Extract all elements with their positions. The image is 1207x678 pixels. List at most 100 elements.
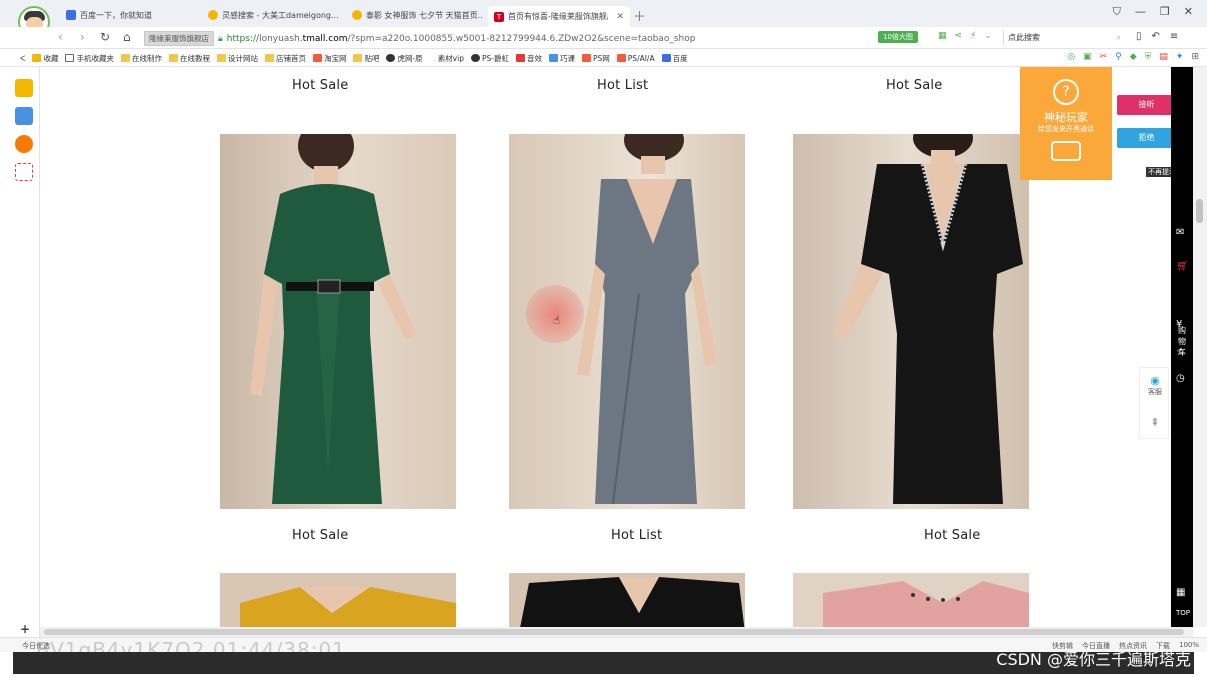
game-icon[interactable]: ◆ bbox=[1130, 52, 1137, 62]
history-icon[interactable]: ◷ bbox=[1176, 373, 1185, 384]
bookmark-item[interactable]: PS-爵虹 bbox=[470, 53, 509, 64]
star-icon bbox=[32, 53, 42, 62]
new-tab-icon[interactable]: ＋ bbox=[633, 6, 646, 25]
reader-icon[interactable]: ▦ bbox=[938, 31, 947, 41]
bookmark-item[interactable]: 收藏 bbox=[32, 53, 58, 64]
product-label: Hot Sale bbox=[292, 78, 349, 93]
tab-tmall-active[interactable]: T 首页有惊喜-隆缘莱服饰旗舰店-... ✕ bbox=[488, 6, 630, 27]
weibo-icon[interactable] bbox=[15, 135, 33, 153]
translate-icon[interactable]: ▣ bbox=[1083, 52, 1092, 62]
search-placeholder: 点此搜索 bbox=[1008, 33, 1040, 42]
minimize-icon[interactable]: — bbox=[1135, 5, 1146, 19]
product-label: Hot Sale bbox=[886, 78, 943, 93]
bookmark-item[interactable]: 淘宝网 bbox=[312, 53, 346, 64]
close-icon[interactable]: ✕ bbox=[616, 12, 624, 22]
vertical-scrollbar[interactable] bbox=[1193, 67, 1207, 627]
forward-icon[interactable]: › bbox=[80, 30, 85, 44]
phone-icon bbox=[65, 53, 75, 62]
bookmark-item[interactable]: 虎网-原 bbox=[386, 53, 423, 64]
shirt-icon[interactable]: ⛉ bbox=[1113, 5, 1121, 19]
add-sidebar-icon[interactable]: + bbox=[20, 622, 30, 636]
bookmark-item[interactable]: 设计网站 bbox=[216, 53, 258, 64]
bookmark-item[interactable]: 百度 bbox=[661, 53, 688, 64]
restore-icon[interactable]: ❐ bbox=[1160, 5, 1170, 19]
undo-icon[interactable]: ↶ bbox=[1152, 31, 1160, 42]
back-icon[interactable]: ‹ bbox=[58, 30, 63, 44]
qrcode-icon[interactable]: ▦ bbox=[1176, 587, 1185, 598]
product-image-pink-dress[interactable] bbox=[793, 573, 1029, 627]
pink-dress-figure bbox=[823, 581, 1029, 627]
tab-taiying[interactable]: 泰影 女神服饰 七夕节 天猫首页... bbox=[346, 5, 482, 25]
bookmarks-bar: ᐸ 收藏 手机收藏夹 在线制作 在线教程 设计网站 店铺首页 淘宝网 贴吧 虎网… bbox=[0, 50, 1207, 67]
bookmark-label: 巧课 bbox=[559, 53, 575, 63]
bookmark-item[interactable]: 手机收藏夹 bbox=[65, 53, 114, 64]
chevron-down-icon[interactable]: ⌄ bbox=[984, 31, 992, 41]
popup-subtitle: 给您发来开黑通话 bbox=[1038, 125, 1094, 133]
collapse-icon[interactable]: ᐸ bbox=[20, 54, 25, 63]
service-label: 客服 bbox=[1148, 388, 1162, 396]
magnifier-icon[interactable]: ⚲ bbox=[1115, 52, 1122, 62]
home-icon[interactable]: ⌂ bbox=[123, 30, 131, 44]
back-to-top-icon[interactable]: ⇞ bbox=[1140, 416, 1170, 429]
yen-icon[interactable]: ¥ bbox=[1176, 319, 1182, 330]
bookmark-label: 收藏 bbox=[43, 53, 59, 63]
cart-icon[interactable]: 🛒︎ bbox=[1176, 261, 1189, 272]
left-sidebar bbox=[0, 67, 40, 637]
bookmark-item[interactable]: 巧课 bbox=[548, 53, 575, 64]
fx-icon[interactable]: ▤ bbox=[1159, 52, 1168, 62]
pin-icon[interactable]: ✦ bbox=[1176, 52, 1184, 62]
bookmark-item[interactable]: 店铺首页 bbox=[264, 53, 306, 64]
url-pre: lonyuash. bbox=[259, 33, 303, 44]
grid-icon[interactable]: ⊞ bbox=[1191, 52, 1199, 62]
bookmark-item[interactable]: 在线制作 bbox=[120, 53, 162, 64]
favorites-icon[interactable] bbox=[15, 79, 33, 97]
product-image-green-dress[interactable] bbox=[220, 134, 456, 509]
search-icon[interactable]: ⌕ bbox=[1117, 30, 1121, 46]
tab-baidu[interactable]: 百度一下，你就知道 bbox=[60, 5, 194, 25]
bookmark-item[interactable]: PS网 bbox=[581, 53, 610, 64]
service-button[interactable]: ◉ 客服 bbox=[1140, 374, 1170, 397]
horizontal-scrollbar[interactable] bbox=[40, 627, 1193, 637]
mail-icon[interactable]: ✉ bbox=[1176, 227, 1184, 238]
tab-bar: 百度一下，你就知道 灵感搜索 - 大美工dameigong... 泰影 女神服饰… bbox=[0, 0, 1207, 27]
bookmark-item[interactable]: 在线教程 bbox=[168, 53, 210, 64]
reject-button[interactable]: 拒绝 bbox=[1117, 128, 1176, 148]
scroll-thumb[interactable] bbox=[44, 629, 1184, 635]
cut-icon[interactable]: ✂ bbox=[1100, 52, 1108, 62]
lightning-icon[interactable]: ⚡ bbox=[970, 31, 976, 41]
shop-page: Hot Sale Hot List Hot Sale ☝ Hot Sale Ho… bbox=[40, 67, 1171, 627]
bookmark-item[interactable]: PS/AI/A bbox=[616, 53, 655, 63]
top-icon[interactable]: TOP bbox=[1176, 609, 1190, 617]
shield-icon[interactable]: ⛨ bbox=[1145, 52, 1152, 62]
bookmark-item[interactable]: 音效 bbox=[515, 53, 542, 64]
folder-icon bbox=[264, 53, 274, 62]
bookmark-label: PS-爵虹 bbox=[481, 53, 509, 63]
zoom-image-chip[interactable]: 10倍大图 bbox=[878, 31, 918, 43]
url-field[interactable]: 隆缘莱服饰旗舰店 🔒︎ https://lonyuash.tmall.com/?… bbox=[144, 30, 989, 47]
bookmark-label: PS网 bbox=[592, 53, 610, 63]
menu-icon[interactable]: ≡ bbox=[1170, 31, 1178, 42]
mail-at-icon[interactable] bbox=[15, 163, 33, 181]
csdn-watermark: CSDN @爱你三千遍斯塔克 bbox=[996, 650, 1191, 669]
product-image-black-top[interactable] bbox=[509, 573, 745, 627]
phone-icon[interactable]: ▯ bbox=[1136, 31, 1142, 42]
reload-icon[interactable]: ↻ bbox=[100, 30, 110, 44]
bookmark-item[interactable]: 贴吧 bbox=[353, 53, 379, 64]
search-input[interactable]: 点此搜索 ⌕ bbox=[1003, 30, 1125, 46]
bookmark-item[interactable]: 素材vip bbox=[438, 53, 464, 64]
close-window-icon[interactable]: ✕ bbox=[1184, 5, 1193, 19]
browser-tools: ▯ ↶ ≡ bbox=[1136, 31, 1178, 42]
window-controls: ⛉ — ❐ ✕ bbox=[1113, 5, 1193, 19]
share-icon[interactable]: ⋖ bbox=[955, 31, 963, 41]
accept-button[interactable]: 接听 bbox=[1117, 95, 1176, 115]
tab-label: 泰影 女神服饰 七夕节 天猫首页... bbox=[366, 10, 482, 20]
product-image-yellow-top[interactable] bbox=[220, 573, 456, 627]
star-outline-icon[interactable]: ☆ bbox=[1176, 347, 1185, 358]
yellow-top-figure bbox=[240, 587, 456, 627]
product-image-black-dress[interactable] bbox=[793, 134, 1029, 509]
address-tools: ▦ ⋖ ⚡ ⌄ bbox=[938, 31, 992, 41]
tab-inspiration[interactable]: 灵感搜索 - 大美工dameigong... bbox=[202, 5, 340, 25]
circle-extension-icon[interactable]: ◎ bbox=[1067, 52, 1075, 62]
scroll-thumb[interactable] bbox=[1196, 199, 1203, 223]
notes-icon[interactable] bbox=[15, 107, 33, 125]
